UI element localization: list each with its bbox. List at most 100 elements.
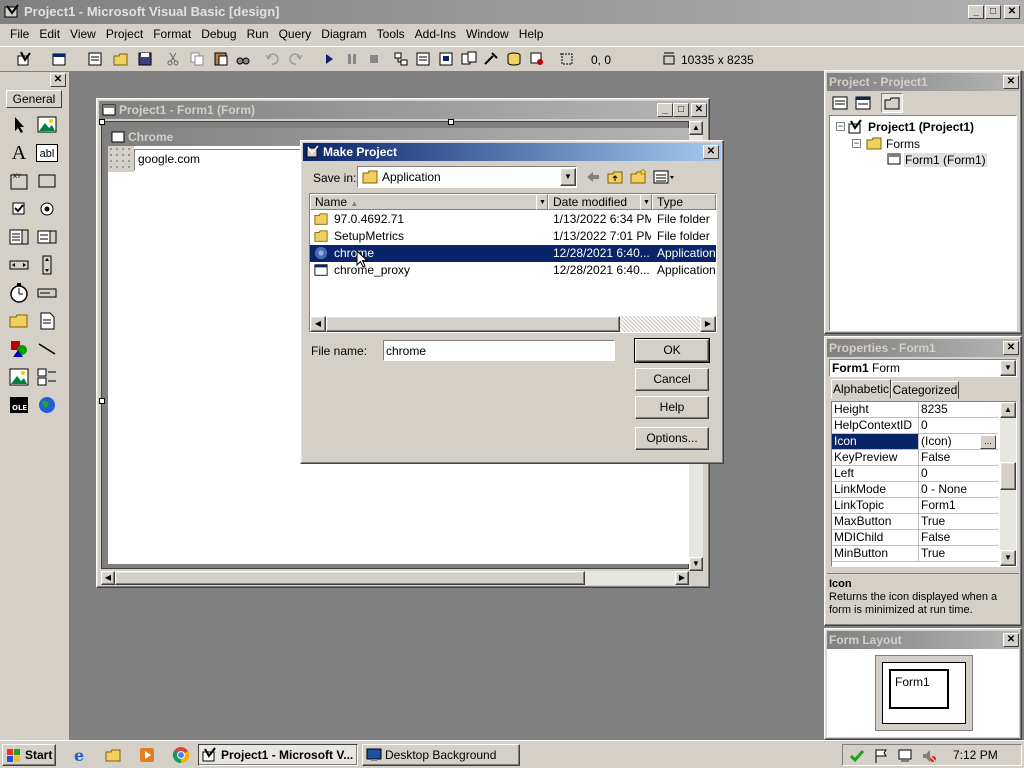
property-row[interactable]: Height 8235 [832, 402, 998, 418]
start-button[interactable]: Start [2, 744, 56, 766]
resize-handle-top[interactable] [448, 119, 454, 125]
cancel-button[interactable]: Cancel [635, 368, 709, 391]
project-panel-close-button[interactable]: ✕ [1003, 75, 1019, 89]
property-value[interactable]: 0 - None [918, 482, 998, 497]
flag-tray-icon[interactable] [873, 748, 889, 764]
form-layout-close-button[interactable]: ✕ [1003, 633, 1019, 647]
menu-debug[interactable]: Debug [196, 24, 241, 44]
menu-diagram[interactable]: Diagram [316, 24, 371, 44]
hscrollbar-tool-icon[interactable] [8, 254, 30, 276]
property-row[interactable]: HelpContextID 0 [832, 418, 998, 434]
save-in-dropdown-button[interactable]: ▼ [560, 168, 576, 186]
label-tool-icon[interactable]: A [8, 142, 30, 164]
property-row[interactable]: MDIChild False [832, 530, 998, 546]
property-row[interactable]: Left 0 [832, 466, 998, 482]
toolbox-close-button[interactable]: ✕ [50, 73, 66, 87]
task-vb[interactable]: Project1 - Microsoft V... [198, 744, 358, 766]
shape-tool-icon[interactable] [8, 338, 30, 360]
copy-icon[interactable] [188, 50, 206, 68]
file-list-scroll-left[interactable]: ◀ [310, 316, 326, 332]
url-textbox[interactable]: google.com [134, 149, 304, 171]
property-scroll-down[interactable]: ▼ [1000, 550, 1016, 566]
file-row[interactable]: SetupMetrics 1/13/2022 7:01 PM File folder [310, 228, 716, 245]
property-value[interactable]: False [918, 530, 998, 545]
frame-tool-icon[interactable]: XY [8, 170, 30, 192]
explorer-quicklaunch-icon[interactable] [104, 746, 122, 764]
listbox-tool-icon[interactable] [36, 226, 58, 248]
column-name-filter[interactable]: ▼ [536, 194, 548, 210]
file-list[interactable]: Name ▲ ▼ Date modified ▼ Type 97.0.4692.… [309, 193, 717, 333]
property-value[interactable]: 0 [918, 418, 998, 433]
commandbutton-tool-icon[interactable] [36, 170, 58, 192]
column-name-header[interactable]: Name ▲ [310, 194, 546, 210]
tree-forms-folder[interactable]: Forms [886, 137, 920, 151]
file-row[interactable]: 97.0.4692.71 1/13/2022 6:34 PM File folder [310, 211, 716, 228]
tree-expander-forms[interactable]: − [852, 139, 861, 148]
optionbutton-tool-icon[interactable] [36, 198, 58, 220]
menu-edit[interactable]: Edit [34, 24, 65, 44]
image-tool-icon[interactable] [8, 366, 30, 388]
form-designer-hscrollbar[interactable]: ◀ ▶ [101, 571, 689, 585]
view-menu-icon[interactable] [652, 168, 676, 186]
ok-button[interactable]: OK [634, 338, 710, 363]
undo-icon[interactable] [264, 50, 282, 68]
toggle-folders-button[interactable] [881, 93, 903, 113]
speaker-muted-tray-icon[interactable] [921, 748, 937, 764]
start-icon[interactable] [320, 50, 338, 68]
component-manager-icon[interactable] [528, 50, 546, 68]
form-designer-minimize-button[interactable]: _ [657, 103, 673, 117]
menu-view[interactable]: View [65, 24, 101, 44]
ole-tool-icon[interactable]: OLE [8, 394, 30, 416]
property-value[interactable]: False [918, 450, 998, 465]
view-object-icon[interactable] [854, 94, 872, 112]
property-row[interactable]: Icon (Icon) [832, 434, 998, 450]
textbox-tool-icon[interactable]: abl [36, 144, 58, 162]
tree-form1[interactable]: Form1 (Form1) [904, 153, 987, 167]
tree-project-root[interactable]: Project1 (Project1) [868, 120, 974, 134]
hscroll-thumb[interactable] [115, 571, 585, 585]
property-value[interactable]: Form1 [918, 498, 998, 513]
object-selector-dropdown[interactable]: ▼ [1000, 360, 1016, 376]
data-tool-icon[interactable] [36, 366, 58, 388]
property-grid-vscrollbar[interactable]: ▲ ▼ [1000, 402, 1016, 566]
combobox-tool-icon[interactable] [8, 226, 30, 248]
checkbox-tool-icon[interactable] [8, 198, 30, 220]
property-value[interactable]: True [918, 546, 998, 561]
properties-panel-close-button[interactable]: ✕ [1003, 341, 1019, 355]
menu-tools[interactable]: Tools [372, 24, 410, 44]
tab-categorized[interactable]: Categorized [891, 381, 959, 399]
menu-format[interactable]: Format [148, 24, 196, 44]
dirlistbox-tool-icon[interactable] [8, 310, 30, 332]
filelistbox-tool-icon[interactable] [36, 310, 58, 332]
filename-input[interactable]: chrome [383, 340, 615, 361]
property-scroll-thumb[interactable] [1000, 462, 1016, 490]
project-explorer-icon[interactable] [392, 50, 410, 68]
vscrollbar-tool-icon[interactable] [36, 254, 58, 276]
property-value[interactable]: 8235 [918, 402, 998, 417]
break-icon[interactable] [343, 50, 361, 68]
end-icon[interactable] [365, 50, 383, 68]
properties-window-icon[interactable] [414, 50, 432, 68]
pointer-tool-icon[interactable] [8, 114, 30, 136]
file-list-scroll-thumb[interactable] [326, 316, 620, 332]
property-row[interactable]: LinkTopic Form1 [832, 498, 998, 514]
open-project-icon[interactable] [112, 50, 130, 68]
find-icon[interactable] [234, 50, 252, 68]
form-designer-maximize-button[interactable]: □ [673, 103, 689, 117]
form-designer-close-button[interactable]: ✕ [691, 103, 707, 117]
help-button[interactable]: Help [635, 396, 709, 419]
form-layout-form1[interactable]: Form1 [889, 669, 949, 709]
menu-file[interactable]: File [5, 24, 34, 44]
file-row[interactable]: chrome 12/28/2021 6:40... Application [310, 245, 716, 262]
tree-expander-root[interactable]: − [836, 122, 845, 131]
menu-project[interactable]: Project [101, 24, 148, 44]
line-tool-icon[interactable] [36, 338, 58, 360]
file-list-hscrollbar[interactable]: ◀ ▶ [310, 316, 716, 332]
web-tool-icon[interactable] [36, 394, 58, 416]
paste-icon[interactable] [212, 50, 230, 68]
picturebox-tool-icon[interactable] [36, 114, 58, 136]
timer-tool-icon[interactable] [8, 282, 30, 304]
dialog-close-button[interactable]: ✕ [703, 145, 719, 159]
icon-ellipsis-button[interactable]: ... [980, 435, 996, 449]
maximize-button[interactable]: □ [985, 5, 1001, 19]
